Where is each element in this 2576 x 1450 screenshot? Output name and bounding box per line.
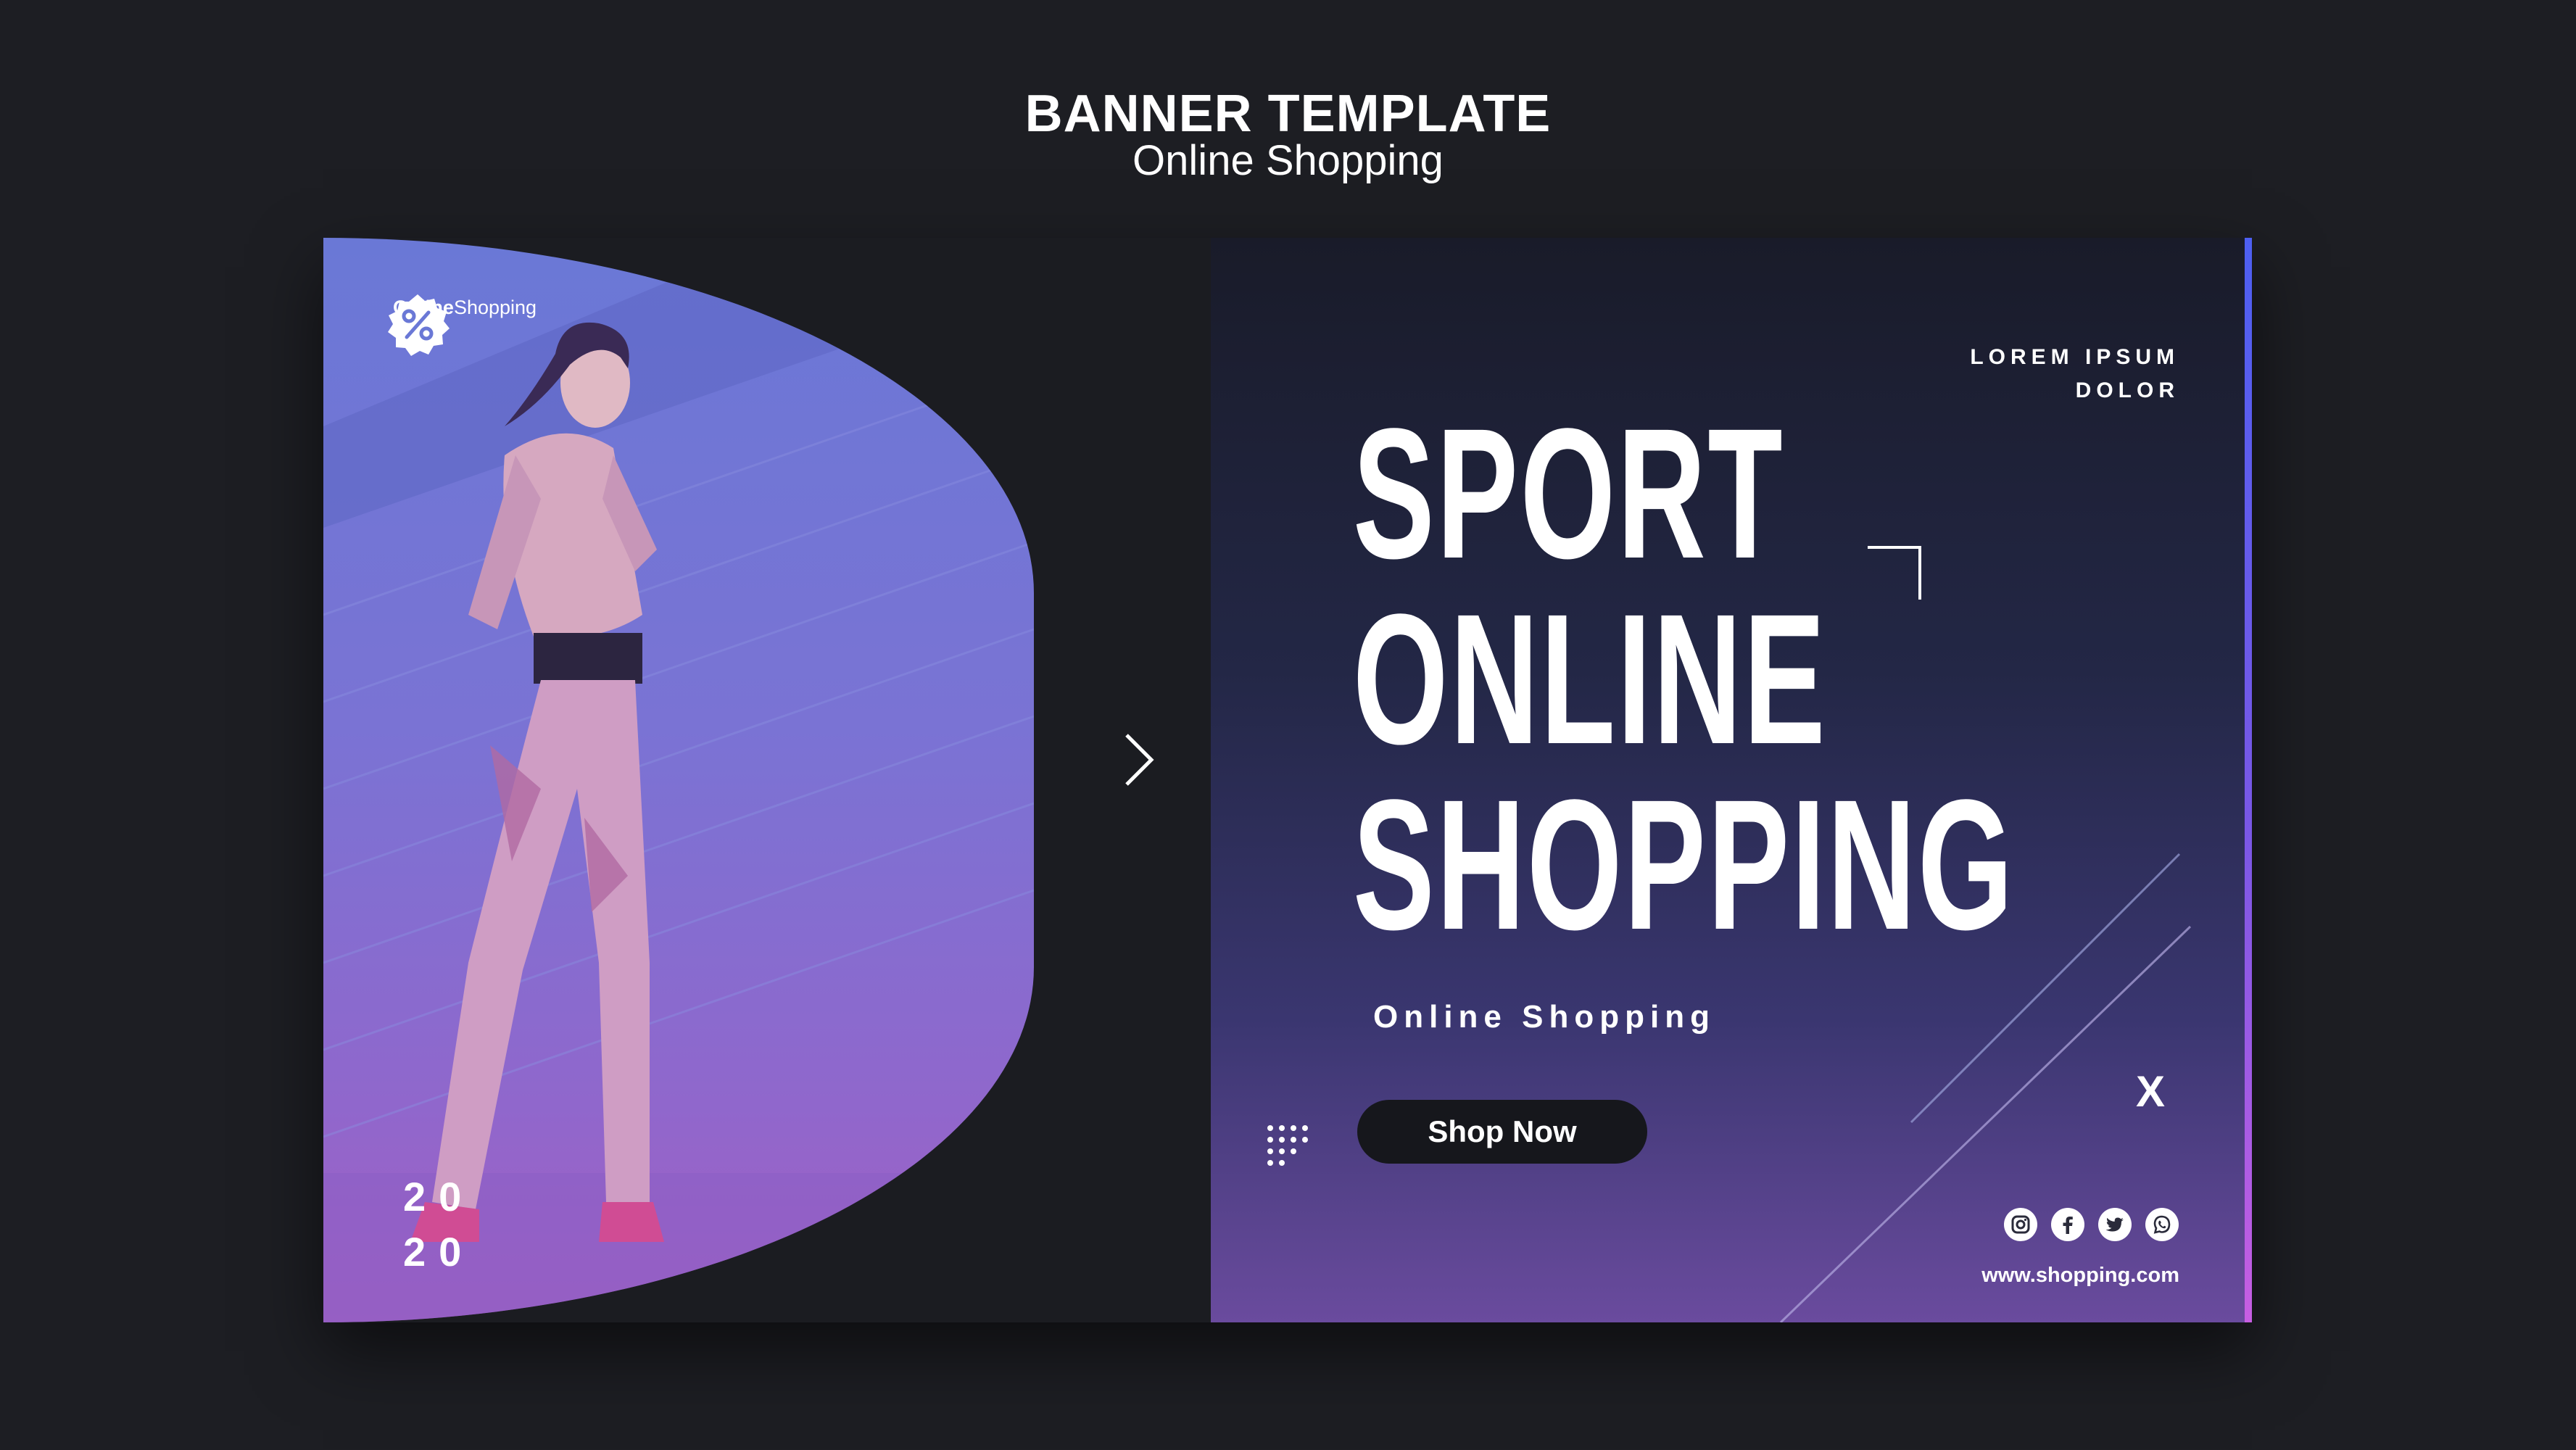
tagline: Online Shopping	[1373, 999, 1715, 1035]
website-url[interactable]: www.shopping.com	[1981, 1264, 2179, 1288]
runner-photo: OnlineShopping 20 20	[323, 238, 1034, 1322]
brand-logo: OnlineShopping	[385, 292, 544, 356]
dot-grid-icon	[1267, 1125, 1308, 1166]
instagram-icon[interactable]	[2004, 1208, 2037, 1241]
banner: OnlineShopping 20 20 LOREM IPSUM DOLOR S…	[323, 238, 2252, 1322]
headline-line-2: ONLINE	[1353, 576, 1828, 783]
runner-illustration	[323, 238, 1034, 1322]
close-icon[interactable]: X	[2136, 1070, 2165, 1114]
headline-line-1: SPORT	[1353, 390, 1785, 597]
headline: SPORT ONLINE SHOPPING	[1353, 401, 2252, 958]
year-line-2: 20	[403, 1229, 475, 1275]
year-line-1: 20	[403, 1174, 475, 1219]
lorem-label: LOREM IPSUM DOLOR	[1970, 341, 2179, 407]
year-label: 20 20	[403, 1169, 474, 1280]
logo-text-regular: Shopping	[453, 297, 537, 318]
lorem-line-1: LOREM IPSUM	[1970, 345, 2179, 369]
page-subtitle: Online Shopping	[1132, 137, 1444, 184]
headline-line-3: SHOPPING	[1353, 761, 2016, 969]
shop-now-button[interactable]: Shop Now	[1357, 1100, 1647, 1164]
chevron-right-icon[interactable]	[1121, 731, 1157, 789]
percent-badge-icon	[388, 294, 450, 356]
facebook-icon[interactable]	[2051, 1208, 2084, 1241]
whatsapp-icon[interactable]	[2145, 1208, 2179, 1241]
social-links	[2004, 1208, 2179, 1241]
twitter-icon[interactable]	[2098, 1208, 2132, 1241]
